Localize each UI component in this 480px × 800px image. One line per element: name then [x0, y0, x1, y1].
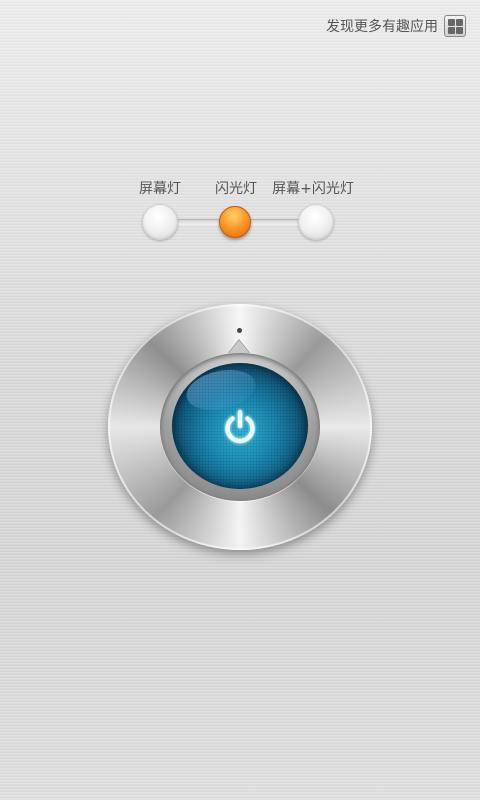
mode-option-flash-light[interactable] [219, 206, 251, 238]
discover-apps-link[interactable]: 发现更多有趣应用 [326, 14, 466, 38]
mode-label-screen-and-flash: 屏幕+闪光灯 [272, 181, 354, 197]
knob-indicator-dot [237, 328, 242, 333]
apps-grid-icon [444, 15, 466, 37]
mode-label-screen-light: 屏幕灯 [139, 181, 181, 197]
mode-option-screen-light[interactable] [142, 204, 178, 240]
power-icon [225, 409, 255, 444]
knob-pointer-icon [228, 340, 250, 354]
mode-label-flash-light: 闪光灯 [215, 181, 257, 197]
discover-apps-label: 发现更多有趣应用 [326, 19, 438, 35]
mode-labels: 屏幕灯 闪光灯 屏幕+闪光灯 [0, 178, 480, 198]
mode-option-screen-and-flash[interactable] [298, 204, 334, 240]
